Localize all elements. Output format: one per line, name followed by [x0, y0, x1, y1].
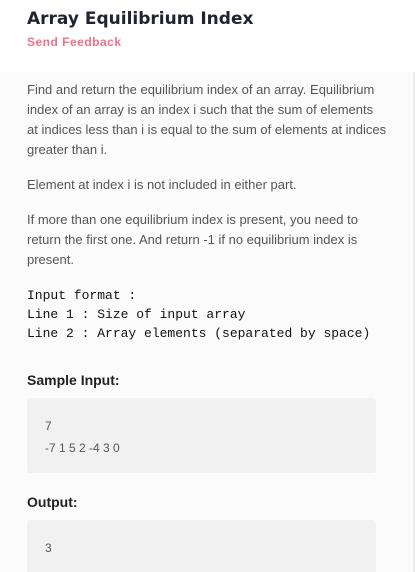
- problem-page: Array Equilibrium Index Send Feedback Fi…: [0, 0, 415, 572]
- sample-output-label: Output:: [27, 494, 78, 510]
- input-format-heading: Input format :: [27, 288, 137, 303]
- send-feedback-link[interactable]: Send Feedback: [27, 35, 122, 49]
- problem-header: Array Equilibrium Index Send Feedback: [0, 0, 415, 72]
- problem-note: Element at index i is not included in ei…: [27, 177, 297, 192]
- problem-title: Array Equilibrium Index: [27, 9, 254, 29]
- sample-input-line: -7 1 5 2 -4 3 0: [45, 441, 120, 455]
- sample-output-box: 3: [27, 520, 376, 572]
- problem-description: Find and return the equilibrium index of…: [27, 82, 387, 157]
- problem-return-rule: If more than one equilibrium index is pr…: [27, 212, 358, 267]
- sample-input-line: 7: [45, 419, 52, 433]
- sample-input-label: Sample Input:: [27, 372, 120, 388]
- input-format-line-1: Line 1 : Size of input array: [27, 307, 246, 322]
- sample-input-box: 7 -7 1 5 2 -4 3 0: [27, 398, 376, 473]
- sample-output-line: 3: [45, 541, 52, 555]
- input-format-line-2: Line 2 : Array elements (separated by sp…: [27, 326, 371, 341]
